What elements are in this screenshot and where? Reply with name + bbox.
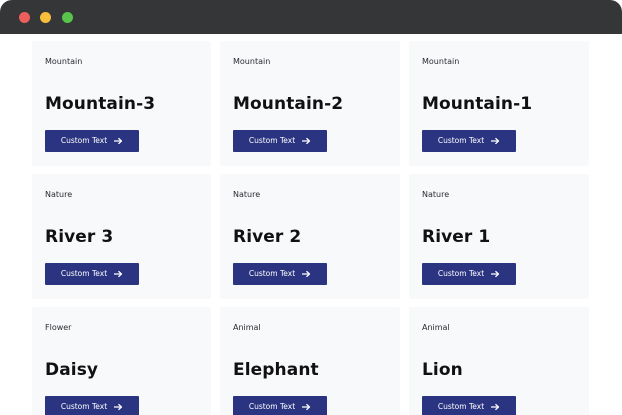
arrow-right-icon [114, 137, 123, 145]
custom-text-button[interactable]: Custom Text [233, 396, 327, 415]
arrow-right-icon [114, 270, 123, 278]
arrow-right-icon [491, 270, 500, 278]
card-title: Mountain-1 [422, 94, 533, 114]
card-item: Nature River 1 Custom Text [409, 174, 589, 299]
custom-text-button[interactable]: Custom Text [422, 130, 516, 152]
button-label: Custom Text [437, 402, 485, 411]
card-title: Mountain-3 [45, 94, 156, 114]
card-item: Nature River 2 Custom Text [220, 174, 400, 299]
button-label: Custom Text [60, 269, 108, 278]
card-category: Animal [422, 323, 450, 332]
page-content: Mountain Mountain-3 Custom Text Mountain… [0, 34, 622, 415]
card-title: Daisy [45, 360, 99, 380]
card-title: Mountain-2 [233, 94, 344, 114]
card-item: Mountain Mountain-2 Custom Text [220, 41, 400, 166]
card-category: Mountain [422, 57, 460, 66]
arrow-right-icon [491, 403, 500, 411]
close-window-button[interactable] [19, 12, 30, 23]
card-item: Flower Daisy Custom Text [32, 307, 211, 415]
window-titlebar [0, 0, 622, 34]
custom-text-button[interactable]: Custom Text [45, 130, 139, 152]
button-label: Custom Text [248, 402, 296, 411]
custom-text-button[interactable]: Custom Text [45, 396, 139, 415]
button-label: Custom Text [437, 269, 485, 278]
minimize-window-button[interactable] [40, 12, 51, 23]
button-label: Custom Text [437, 136, 485, 145]
arrow-right-icon [302, 403, 311, 411]
custom-text-button[interactable]: Custom Text [422, 263, 516, 285]
card-grid: Mountain Mountain-3 Custom Text Mountain… [32, 41, 589, 415]
arrow-right-icon [491, 137, 500, 145]
card-item: Mountain Mountain-1 Custom Text [409, 41, 589, 166]
custom-text-button[interactable]: Custom Text [233, 263, 327, 285]
card-category: Mountain [233, 57, 271, 66]
card-item: Animal Lion Custom Text [409, 307, 589, 415]
card-category: Flower [45, 323, 72, 332]
card-title: River 3 [45, 227, 114, 247]
button-label: Custom Text [60, 136, 108, 145]
button-label: Custom Text [60, 402, 108, 411]
card-title: River 2 [233, 227, 302, 247]
card-title: Lion [422, 360, 463, 380]
button-label: Custom Text [248, 269, 296, 278]
custom-text-button[interactable]: Custom Text [45, 263, 139, 285]
card-category: Nature [233, 190, 261, 199]
card-title: River 1 [422, 227, 491, 247]
button-label: Custom Text [248, 136, 296, 145]
arrow-right-icon [302, 137, 311, 145]
card-category: Nature [422, 190, 450, 199]
browser-window: Mountain Mountain-3 Custom Text Mountain… [0, 0, 622, 415]
arrow-right-icon [114, 403, 123, 411]
card-category: Nature [45, 190, 73, 199]
card-category: Animal [233, 323, 261, 332]
card-item: Nature River 3 Custom Text [32, 174, 211, 299]
card-item: Mountain Mountain-3 Custom Text [32, 41, 211, 166]
custom-text-button[interactable]: Custom Text [233, 130, 327, 152]
card-title: Elephant [233, 360, 319, 380]
arrow-right-icon [302, 270, 311, 278]
maximize-window-button[interactable] [62, 12, 73, 23]
card-category: Mountain [45, 57, 83, 66]
custom-text-button[interactable]: Custom Text [422, 396, 516, 415]
card-item: Animal Elephant Custom Text [220, 307, 400, 415]
